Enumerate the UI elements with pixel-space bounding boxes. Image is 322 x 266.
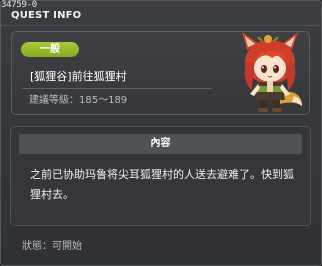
quest-status: 狀態：可開始	[22, 237, 82, 252]
content-header: 內容	[19, 134, 302, 154]
status-label: 狀態：	[22, 241, 52, 252]
status-value: 可開始	[52, 241, 82, 252]
title-divider	[1, 25, 319, 26]
level-range: 185～189	[79, 95, 128, 106]
title-bar[interactable]: QUEST INFO	[1, 10, 319, 26]
quest-name: [狐狸谷]前往狐狸村	[30, 70, 127, 83]
quest-id-label: 34759-0	[1, 0, 37, 10]
quest-type-badge: 一般	[21, 42, 79, 57]
recommended-level: 建議等級：185～189	[29, 91, 127, 106]
quest-description: 之前已协助玛鲁将尖耳狐狸村的人送去避难了。快到狐狸村去。	[30, 168, 294, 201]
summary-divider	[22, 88, 212, 89]
level-label: 建議等級：	[29, 95, 79, 106]
fox-npc-portrait	[242, 32, 302, 112]
window-title: QUEST INFO	[11, 10, 82, 21]
